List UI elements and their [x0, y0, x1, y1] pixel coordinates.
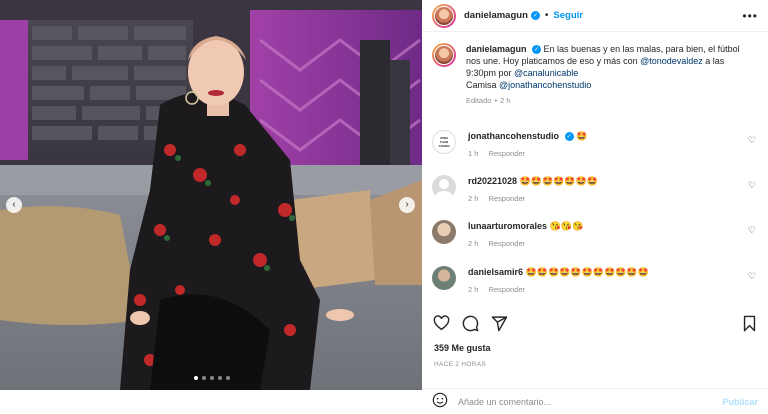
mention-link[interactable]: @tonodevaldez: [640, 56, 703, 66]
heart-icon[interactable]: ♡: [748, 271, 756, 282]
post-timestamp: HACE 2 HORAS: [434, 361, 487, 368]
avatar[interactable]: [432, 175, 456, 199]
username-link[interactable]: danielamagun: [464, 10, 528, 21]
edited-label: Editado: [466, 96, 492, 105]
avatar[interactable]: [432, 266, 456, 290]
comment-composer: Publicar: [422, 388, 768, 414]
default-avatar-icon: [435, 179, 453, 199]
comment-time: 2 h: [468, 239, 479, 248]
likes-count[interactable]: 359 Me gusta: [434, 343, 491, 353]
avatar[interactable]: [432, 220, 456, 244]
mention-link[interactable]: @canalunicable: [514, 68, 578, 78]
caption-text: Camisa: [466, 80, 500, 90]
heart-icon[interactable]: ♡: [748, 225, 756, 236]
post-details-panel: danielamagun ✓ • Seguir ••• danielamagun…: [422, 0, 768, 414]
avatar[interactable]: [432, 3, 456, 28]
carousel-dot: [226, 376, 230, 380]
follow-button[interactable]: Seguir: [553, 10, 583, 21]
comment-text: 🤩🤩🤩🤩🤩🤩🤩🤩🤩🤩🤩: [525, 267, 649, 277]
carousel-dot: [194, 376, 198, 380]
reply-button[interactable]: Responder: [488, 239, 525, 248]
caption-time: 2 h: [500, 96, 511, 105]
emoji-icon[interactable]: [432, 392, 448, 411]
chevron-right-icon[interactable]: ›: [399, 197, 415, 213]
avatar[interactable]: JONA THAN COHEN: [432, 130, 456, 154]
heart-icon[interactable]: [432, 314, 450, 332]
avatar[interactable]: [432, 43, 456, 67]
heart-icon[interactable]: ♡: [748, 180, 756, 191]
verified-badge-icon: ✓: [532, 45, 542, 55]
comment-username[interactable]: rd20221028: [468, 176, 517, 186]
chevron-left-icon[interactable]: ‹: [6, 197, 22, 213]
comment-item: JONA THAN COHEN jonathancohenstudio ✓ 🤩 1 …: [432, 130, 762, 160]
mention-link[interactable]: @jonathancohenstudio: [499, 80, 591, 90]
separator-dot: •: [494, 96, 498, 105]
post-actions-bar: [422, 311, 768, 335]
instagram-post-modal: ‹ › danielamagun ✓ • Seguir ••• danielam…: [0, 0, 768, 414]
caption: danielamagun ✓ En las buenas y en las ma…: [432, 43, 762, 107]
comment-item: danielsamir6 🤩🤩🤩🤩🤩🤩🤩🤩🤩🤩🤩 2 h Responder ♡: [432, 266, 762, 296]
reply-button[interactable]: Responder: [488, 194, 525, 203]
comment-input[interactable]: [458, 396, 698, 407]
post-header: danielamagun ✓ • Seguir •••: [422, 0, 768, 32]
carousel-dot: [210, 376, 214, 380]
separator-dot: •: [544, 10, 549, 21]
post-photo[interactable]: ‹ ›: [0, 0, 422, 390]
comments-feed[interactable]: danielamagun ✓ En las buenas y en las ma…: [422, 33, 768, 307]
comment-username[interactable]: lunaarturomorales: [468, 221, 547, 231]
comment-time: 1 h: [468, 149, 479, 158]
comment-username[interactable]: jonathancohenstudio: [468, 131, 559, 141]
comment-username[interactable]: danielsamir6: [468, 267, 523, 277]
comment-item: rd20221028 🤩🤩🤩🤩🤩🤩🤩 2 h Responder ♡: [432, 175, 762, 205]
more-options-icon[interactable]: •••: [742, 9, 758, 23]
caption-username[interactable]: danielamagun: [466, 44, 527, 54]
comment-time: 2 h: [468, 194, 479, 203]
reply-button[interactable]: Responder: [488, 285, 525, 294]
carousel-dot: [202, 376, 206, 380]
publish-button[interactable]: Publicar: [722, 397, 758, 407]
verified-badge-icon: ✓: [564, 132, 574, 142]
verified-badge-icon: ✓: [530, 11, 540, 20]
comment-item: lunaarturomorales 😘😘😘 2 h Responder ♡: [432, 220, 762, 250]
carousel-dot: [218, 376, 222, 380]
comment-icon[interactable]: [461, 314, 479, 332]
send-icon[interactable]: [490, 314, 508, 332]
carousel-indicator: [194, 376, 230, 380]
heart-icon[interactable]: ♡: [748, 135, 756, 146]
bookmark-icon[interactable]: [740, 314, 758, 332]
post-image: [0, 0, 422, 390]
reply-button[interactable]: Responder: [488, 149, 525, 158]
comment-text: 🤩🤩🤩🤩🤩🤩🤩: [519, 176, 599, 186]
comment-text: 🤩: [576, 131, 588, 141]
comment-text: 😘😘😘: [549, 221, 584, 231]
comment-time: 2 h: [468, 285, 479, 294]
